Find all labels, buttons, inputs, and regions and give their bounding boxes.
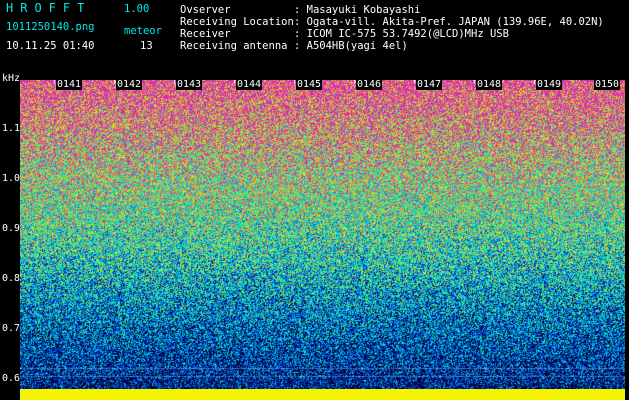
time-tick-label: 0143 bbox=[176, 79, 203, 90]
datetime: 10.11.25 01:40 bbox=[6, 40, 95, 52]
y-tick-label: 0.7 bbox=[1, 323, 20, 334]
y-tick-label: 1.1 bbox=[1, 123, 20, 134]
time-tick-label: 0149 bbox=[536, 79, 563, 90]
y-tick-label: 0.9 bbox=[1, 223, 20, 234]
info-label-observer: Ovserver bbox=[180, 4, 231, 16]
meteor-label: meteor bbox=[124, 25, 162, 37]
time-tick-label: 0144 bbox=[236, 79, 263, 90]
app-version: 1.00 bbox=[124, 3, 150, 15]
info-value-location: : Ogata-vill. Akita-Pref. JAPAN (139.96E… bbox=[294, 16, 604, 28]
y-tick-label: 1.0 bbox=[1, 173, 20, 184]
y-tick-label: 0.8 bbox=[1, 273, 20, 284]
y-tick-label: 0.6 bbox=[1, 373, 20, 384]
baseline-band bbox=[20, 389, 625, 400]
header-panel: HROFFT 1.00 1011250140.png meteor 10.11.… bbox=[0, 0, 629, 80]
meteor-count: 13 bbox=[140, 40, 153, 52]
spectrogram-canvas bbox=[20, 80, 625, 400]
info-label-location: Receiving Location bbox=[180, 16, 294, 28]
time-tick-label: 0145 bbox=[296, 79, 323, 90]
app-title: HROFFT bbox=[6, 1, 92, 15]
y-axis-unit: kHz bbox=[1, 73, 20, 84]
info-label-receiver: Receiver bbox=[180, 28, 231, 40]
time-tick-label: 0150 bbox=[594, 79, 621, 90]
time-tick-label: 0142 bbox=[116, 79, 143, 90]
info-value-receiver: : ICOM IC-575 53.7492(@LCD)MHz USB bbox=[294, 28, 509, 40]
time-tick-label: 0146 bbox=[356, 79, 383, 90]
info-label-antenna: Receiving antenna bbox=[180, 40, 288, 52]
file-name: 1011250140.png bbox=[6, 21, 95, 33]
time-tick-label: 0141 bbox=[56, 79, 83, 90]
time-tick-label: 0148 bbox=[476, 79, 503, 90]
info-value-observer: : Masayuki Kobayashi bbox=[294, 4, 421, 16]
time-tick-label: 0147 bbox=[416, 79, 443, 90]
info-value-antenna: : A504HB(yagi 4el) bbox=[294, 40, 408, 52]
